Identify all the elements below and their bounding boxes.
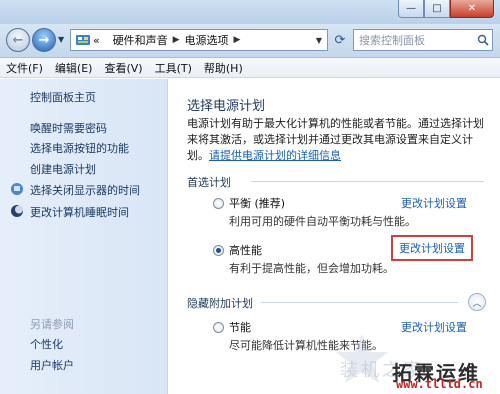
plan-power-saver-settings-link[interactable]: 更改计划设置 [401,319,467,335]
display-off-icon [11,183,23,195]
breadcrumb-separator-icon[interactable]: ▶ [173,35,180,45]
page-description: 电源计划有助于最大化计算机的性能或者节能。通过选择计划来将其激活，或选择计划并通… [187,116,485,164]
sidebar: 控制面板主页 唤醒时需要密码 选择电源按钮的功能 创建电源计划 选择关闭显示器的… [0,79,168,394]
close-button[interactable]: ✕ [450,0,494,18]
plan-high-performance-desc: 有利于提高性能，但会增加功耗。 [229,262,394,275]
plan-high-performance-radio[interactable] [213,245,224,256]
forward-button[interactable]: → [32,28,56,52]
window-controls: — □ ✕ [398,0,494,18]
plan-details-link[interactable]: 请提供电源计划的详细信息 [209,149,341,162]
plan-power-saver-radio[interactable] [213,322,224,333]
forward-arrow-icon: → [38,32,50,48]
search-icon[interactable] [474,34,492,46]
sleep-moon-icon [11,205,23,217]
menu-bar: 文件(F) 编辑(E) 查看(V) 工具(T) 帮助(H) [0,58,500,78]
hidden-plans-label[interactable]: 隐藏附加计划 [187,295,253,311]
breadcrumb-separator-icon [105,35,108,45]
menu-tools[interactable]: 工具(T) [155,60,192,76]
sidebar-home-link[interactable]: 控制面板主页 [30,89,96,105]
plan-power-saver-name[interactable]: 节能 [229,319,251,335]
collapse-chevron-icon[interactable]: ︿ [468,293,486,311]
sidebar-item-wake-password[interactable]: 唤醒时需要密码 [30,120,107,136]
sidebar-item-sleep-time[interactable]: 更改计算机睡眠时间 [30,204,129,220]
menu-help[interactable]: 帮助(H) [204,60,243,76]
see-also-heading: 另请参阅 [30,318,74,331]
sidebar-item-power-button[interactable]: 选择电源按钮的功能 [30,140,129,156]
navigation-bar: ← → ▼ « 硬件和声音 ▶ 电源选项 ▶ ▼ ⟳ 搜索控制面板 [0,24,500,58]
page-title: 选择电源计划 [187,99,266,114]
plan-balanced-settings-link[interactable]: 更改计划设置 [401,195,467,211]
back-arrow-icon: ← [12,32,24,48]
plan-high-performance-name[interactable]: 高性能 [229,242,262,258]
breadcrumb-overflow[interactable]: « [93,34,100,47]
address-bar[interactable]: « 硬件和声音 ▶ 电源选项 ▶ ▼ [70,29,328,51]
group-divider [261,302,458,303]
history-dropdown-icon[interactable]: ▼ [58,35,64,44]
plan-balanced-radio[interactable] [213,198,224,209]
maximize-button[interactable]: □ [424,0,450,18]
minimize-button[interactable]: — [398,0,424,18]
watermark-url: www.tlltd.cn [396,377,483,391]
breadcrumb-power-options[interactable]: 电源选项 [185,32,229,48]
group-divider [251,181,484,182]
menu-file[interactable]: 文件(F) [6,60,43,76]
search-placeholder: 搜索控制面板 [359,34,425,47]
sidebar-item-display-off-time[interactable]: 选择关闭显示器的时间 [30,182,140,198]
plan-balanced-name[interactable]: 平衡 (推荐) [229,195,285,211]
plan-high-performance-settings-link[interactable]: 更改计划设置 [391,235,473,261]
breadcrumb-separator-icon[interactable]: ▶ [234,35,241,45]
breadcrumb-hardware-sound[interactable]: 硬件和声音 [113,32,168,48]
address-dropdown-icon[interactable]: ▼ [311,30,327,50]
search-input[interactable]: 搜索控制面板 [353,29,493,51]
sidebar-item-user-accounts[interactable]: 用户帐户 [30,357,74,373]
menu-view[interactable]: 查看(V) [104,60,142,76]
plan-balanced-desc: 利用可用的硬件自动平衡功耗与性能。 [229,215,416,228]
sidebar-item-create-plan[interactable]: 创建电源计划 [30,161,96,177]
preferred-plans-label: 首选计划 [187,176,231,189]
breadcrumb: « 硬件和声音 ▶ 电源选项 ▶ [93,32,245,48]
title-bar: — □ ✕ [0,0,500,26]
menu-edit[interactable]: 编辑(E) [55,60,93,76]
refresh-icon[interactable]: ⟳ [330,30,350,50]
back-button[interactable]: ← [6,28,30,52]
sidebar-item-personalization[interactable]: 个性化 [30,336,63,352]
control-panel-icon [73,30,93,50]
